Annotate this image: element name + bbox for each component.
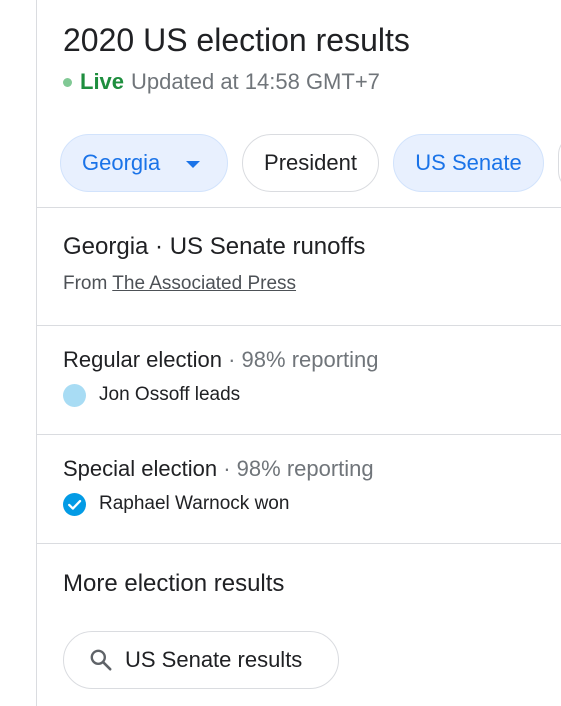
separator-dot: ·: [221, 347, 242, 372]
divider: [37, 207, 561, 208]
left-divider: [36, 0, 37, 706]
special-election-header[interactable]: Special election · 98% reporting: [63, 455, 374, 483]
source-prefix: From: [63, 273, 108, 294]
leads-dot-icon: [63, 383, 86, 407]
live-label: Live: [80, 69, 125, 94]
more-results-title: More election results: [63, 570, 285, 597]
regular-election-result: Jon Ossoff leads: [63, 383, 240, 407]
page-title: 2020 US election results: [63, 22, 410, 58]
filter-chips: Georgia President US Senate: [60, 134, 561, 194]
check-circle-icon: [63, 492, 86, 516]
runoffs-title: Georgia · US Senate runoffs: [63, 233, 366, 260]
search-chip-label: US Senate results: [125, 647, 303, 672]
live-dot-icon: [63, 77, 72, 87]
source-line: From The Associated Press: [63, 273, 296, 295]
regular-result-text: Jon Ossoff leads: [99, 384, 241, 405]
source-link[interactable]: The Associated Press: [112, 273, 296, 294]
regular-reporting: 98% reporting: [241, 347, 379, 372]
chip-georgia-dropdown[interactable]: Georgia: [60, 134, 228, 192]
divider: [37, 325, 561, 326]
regular-election-title: Regular election: [63, 347, 222, 372]
special-reporting: 98% reporting: [236, 456, 374, 481]
search-icon: [90, 649, 112, 671]
chip-us-senate-label: US Senate: [415, 150, 522, 175]
regular-election-header[interactable]: Regular election · 98% reporting: [63, 346, 379, 374]
chevron-down-icon: [186, 160, 201, 168]
divider: [37, 434, 561, 435]
divider: [37, 543, 561, 544]
chip-president[interactable]: President: [242, 134, 379, 192]
live-status: Live Updated at 14:58 GMT+7: [63, 68, 380, 96]
separator-dot: ·: [217, 456, 237, 481]
chip-georgia-label: Georgia: [82, 150, 161, 175]
chip-president-label: President: [264, 150, 357, 175]
special-election-result: Raphael Warnock won: [63, 492, 289, 516]
chip-us-senate[interactable]: US Senate: [393, 134, 544, 192]
updated-timestamp: Updated at 14:58 GMT+7: [131, 69, 380, 94]
election-results-panel: 2020 US election results Live Updated at…: [0, 0, 561, 706]
special-result-text: Raphael Warnock won: [99, 493, 290, 514]
us-senate-results-search-chip[interactable]: US Senate results: [63, 631, 339, 689]
special-election-title: Special election: [63, 456, 218, 481]
